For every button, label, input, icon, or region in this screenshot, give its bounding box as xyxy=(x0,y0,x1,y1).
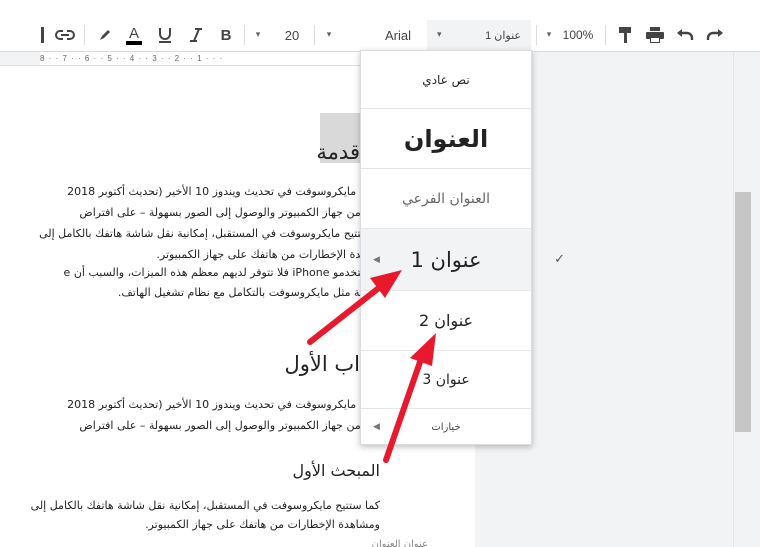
submenu-arrow-icon: ◀ xyxy=(373,254,380,265)
doc-line[interactable]: جية مثل مايكروسوفت بالتكامل مع نظام تشغي… xyxy=(118,286,370,299)
menu-item-heading-3[interactable]: عنوان 3 xyxy=(361,351,531,409)
text-color-button[interactable]: A xyxy=(121,20,147,50)
doc-line[interactable]: اهدة الإخطارات من هاتفك على جهاز الكمبيو… xyxy=(156,248,370,261)
menu-item-label: العنوان xyxy=(403,124,489,153)
menu-item-label: عنوان 1 xyxy=(410,247,482,272)
doc-line[interactable]: ومشاهدة الإخطارات من هاتفك على جهاز الكم… xyxy=(145,518,380,531)
menu-item-label: عنوان 2 xyxy=(418,311,474,330)
menu-item-label: العنوان الفرعي xyxy=(402,190,490,207)
font-size-dropdown-caret[interactable]: ▾ xyxy=(252,20,264,50)
menu-item-label: نص عادي xyxy=(422,72,470,87)
menu-item-normal-text[interactable]: نص عادي xyxy=(361,51,531,109)
bold-button[interactable]: B xyxy=(213,20,239,50)
toolbar-divider xyxy=(244,25,245,45)
check-icon: ✓ xyxy=(554,252,565,267)
italic-icon[interactable] xyxy=(183,20,209,50)
font-name-field[interactable]: Arial xyxy=(378,20,418,50)
paragraph-style-menu: نص عادي العنوان العنوان الفرعي ✓ ◀ عنوان… xyxy=(360,50,565,445)
menu-item-options[interactable]: ◀ خيارات xyxy=(361,409,531,445)
svg-text:A: A xyxy=(129,25,139,42)
submenu-arrow-icon: ◀ xyxy=(373,422,380,432)
menu-item-heading-2[interactable]: عنوان 2 xyxy=(361,291,531,351)
underline-icon[interactable] xyxy=(152,20,178,50)
cursor-bar-icon xyxy=(38,20,48,50)
redo-icon[interactable] xyxy=(702,20,728,50)
font-size-field[interactable]: 20 xyxy=(278,20,306,50)
scrollbar-thumb[interactable] xyxy=(735,192,751,432)
horizontal-ruler[interactable]: 8 · · 7 · · 6 · · 5 · · 4 · · 3 · · 2 · … xyxy=(40,52,360,66)
toolbar-divider xyxy=(314,25,315,45)
ruler-margin xyxy=(0,52,40,66)
doc-line[interactable]: ت مايكروسوفت في تحديث ويندوز 10 الأخير (… xyxy=(67,185,370,198)
menu-item-subtitle[interactable]: العنوان الفرعي xyxy=(361,169,531,229)
highlight-pen-icon[interactable] xyxy=(92,20,118,50)
doc-line-cut[interactable]: عنوان العنوان xyxy=(372,539,428,547)
paragraph-style-value: عنوان 1 xyxy=(485,29,521,42)
doc-line[interactable]: ستتيح مايكروسوفت في المستقبل، إمكانية نق… xyxy=(39,227,370,240)
toolbar: A B ▾ 20 ▾ Arial ▾ عنوان 1 ▾ 100% xyxy=(0,0,760,52)
ruler-marks: 8 · · 7 · · 6 · · 5 · · 4 · · 3 · · 2 · … xyxy=(40,54,224,63)
document-title[interactable]: قدمة xyxy=(316,140,360,164)
doc-line[interactable]: كما ستتيح مايكروسوفت في المستقبل، إمكاني… xyxy=(31,499,380,512)
chapter-heading[interactable]: اب الأول xyxy=(285,352,361,376)
toolbar-divider xyxy=(536,25,537,45)
paragraph-style-dropdown[interactable]: ▾ عنوان 1 xyxy=(427,20,531,50)
undo-icon[interactable] xyxy=(672,20,698,50)
toolbar-divider xyxy=(605,25,606,45)
doc-line[interactable]: ت مايكروسوفت في تحديث ويندوز 10 الأخير (… xyxy=(67,398,370,411)
print-icon[interactable] xyxy=(642,20,668,50)
doc-line[interactable]: ستخدمو iPhone فلا تتوفر لديهم معظم هذه ا… xyxy=(64,266,370,279)
menu-item-label: عنوان 3 xyxy=(422,371,470,388)
zoom-dropdown-caret[interactable]: ▾ xyxy=(543,20,555,50)
menu-item-heading-1[interactable]: ✓ ◀ عنوان 1 xyxy=(361,229,565,291)
menu-item-title[interactable]: العنوان xyxy=(361,109,531,169)
doc-line[interactable]: ة من جهاز الكمبيوتر والوصول إلى الصور بس… xyxy=(79,206,370,219)
link-icon[interactable] xyxy=(52,20,78,50)
doc-line[interactable]: ة من جهاز الكمبيوتر والوصول إلى الصور بس… xyxy=(79,419,370,432)
toolbar-divider xyxy=(84,25,85,45)
font-dropdown-caret[interactable]: ▾ xyxy=(323,20,335,50)
chevron-down-icon: ▾ xyxy=(437,30,442,40)
menu-item-label: خيارات xyxy=(431,421,461,433)
zoom-field[interactable]: 100% xyxy=(560,20,596,50)
section-heading[interactable]: المبحث الأول xyxy=(293,461,380,480)
paint-format-icon[interactable] xyxy=(613,20,637,50)
